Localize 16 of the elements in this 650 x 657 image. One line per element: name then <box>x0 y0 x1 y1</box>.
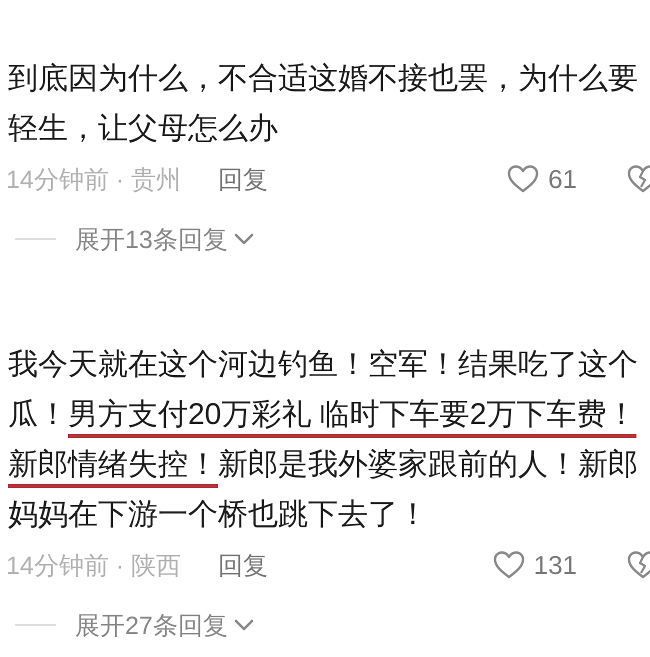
chevron-down-icon <box>234 233 254 245</box>
expand-replies-button[interactable]: 展开27条回复 <box>75 608 254 642</box>
reply-button[interactable]: 回复 <box>218 162 268 196</box>
comment-text: 到底因为什么，不合适这婚不接也罢，为什么要轻生，让父母怎么办 <box>7 61 639 147</box>
heart-icon[interactable] <box>492 550 525 580</box>
heart-icon[interactable] <box>507 164 540 194</box>
comment-text: 我今天就在这个河边钓鱼！空军！结果吃了这个瓜！男方支付20万彩礼 临时下车要2万下车费！新郎情绪失控！新郎是我外婆家跟前的人！新郎妈妈在下游一个桥也跳下去了！ <box>7 347 639 533</box>
expand-replies-button[interactable]: 展开13条回复 <box>75 222 254 256</box>
time-location: 14分钟前 · 陕西 <box>6 550 182 582</box>
reply-button[interactable]: 回复 <box>218 548 268 582</box>
time-location: 14分钟前 · 贵州 <box>6 164 182 196</box>
chevron-down-icon <box>234 619 254 631</box>
broken-heart-icon[interactable] <box>627 164 650 194</box>
like-button[interactable]: 61 <box>507 164 577 194</box>
like-button[interactable]: 131 <box>492 550 577 580</box>
broken-heart-icon[interactable] <box>627 550 650 580</box>
